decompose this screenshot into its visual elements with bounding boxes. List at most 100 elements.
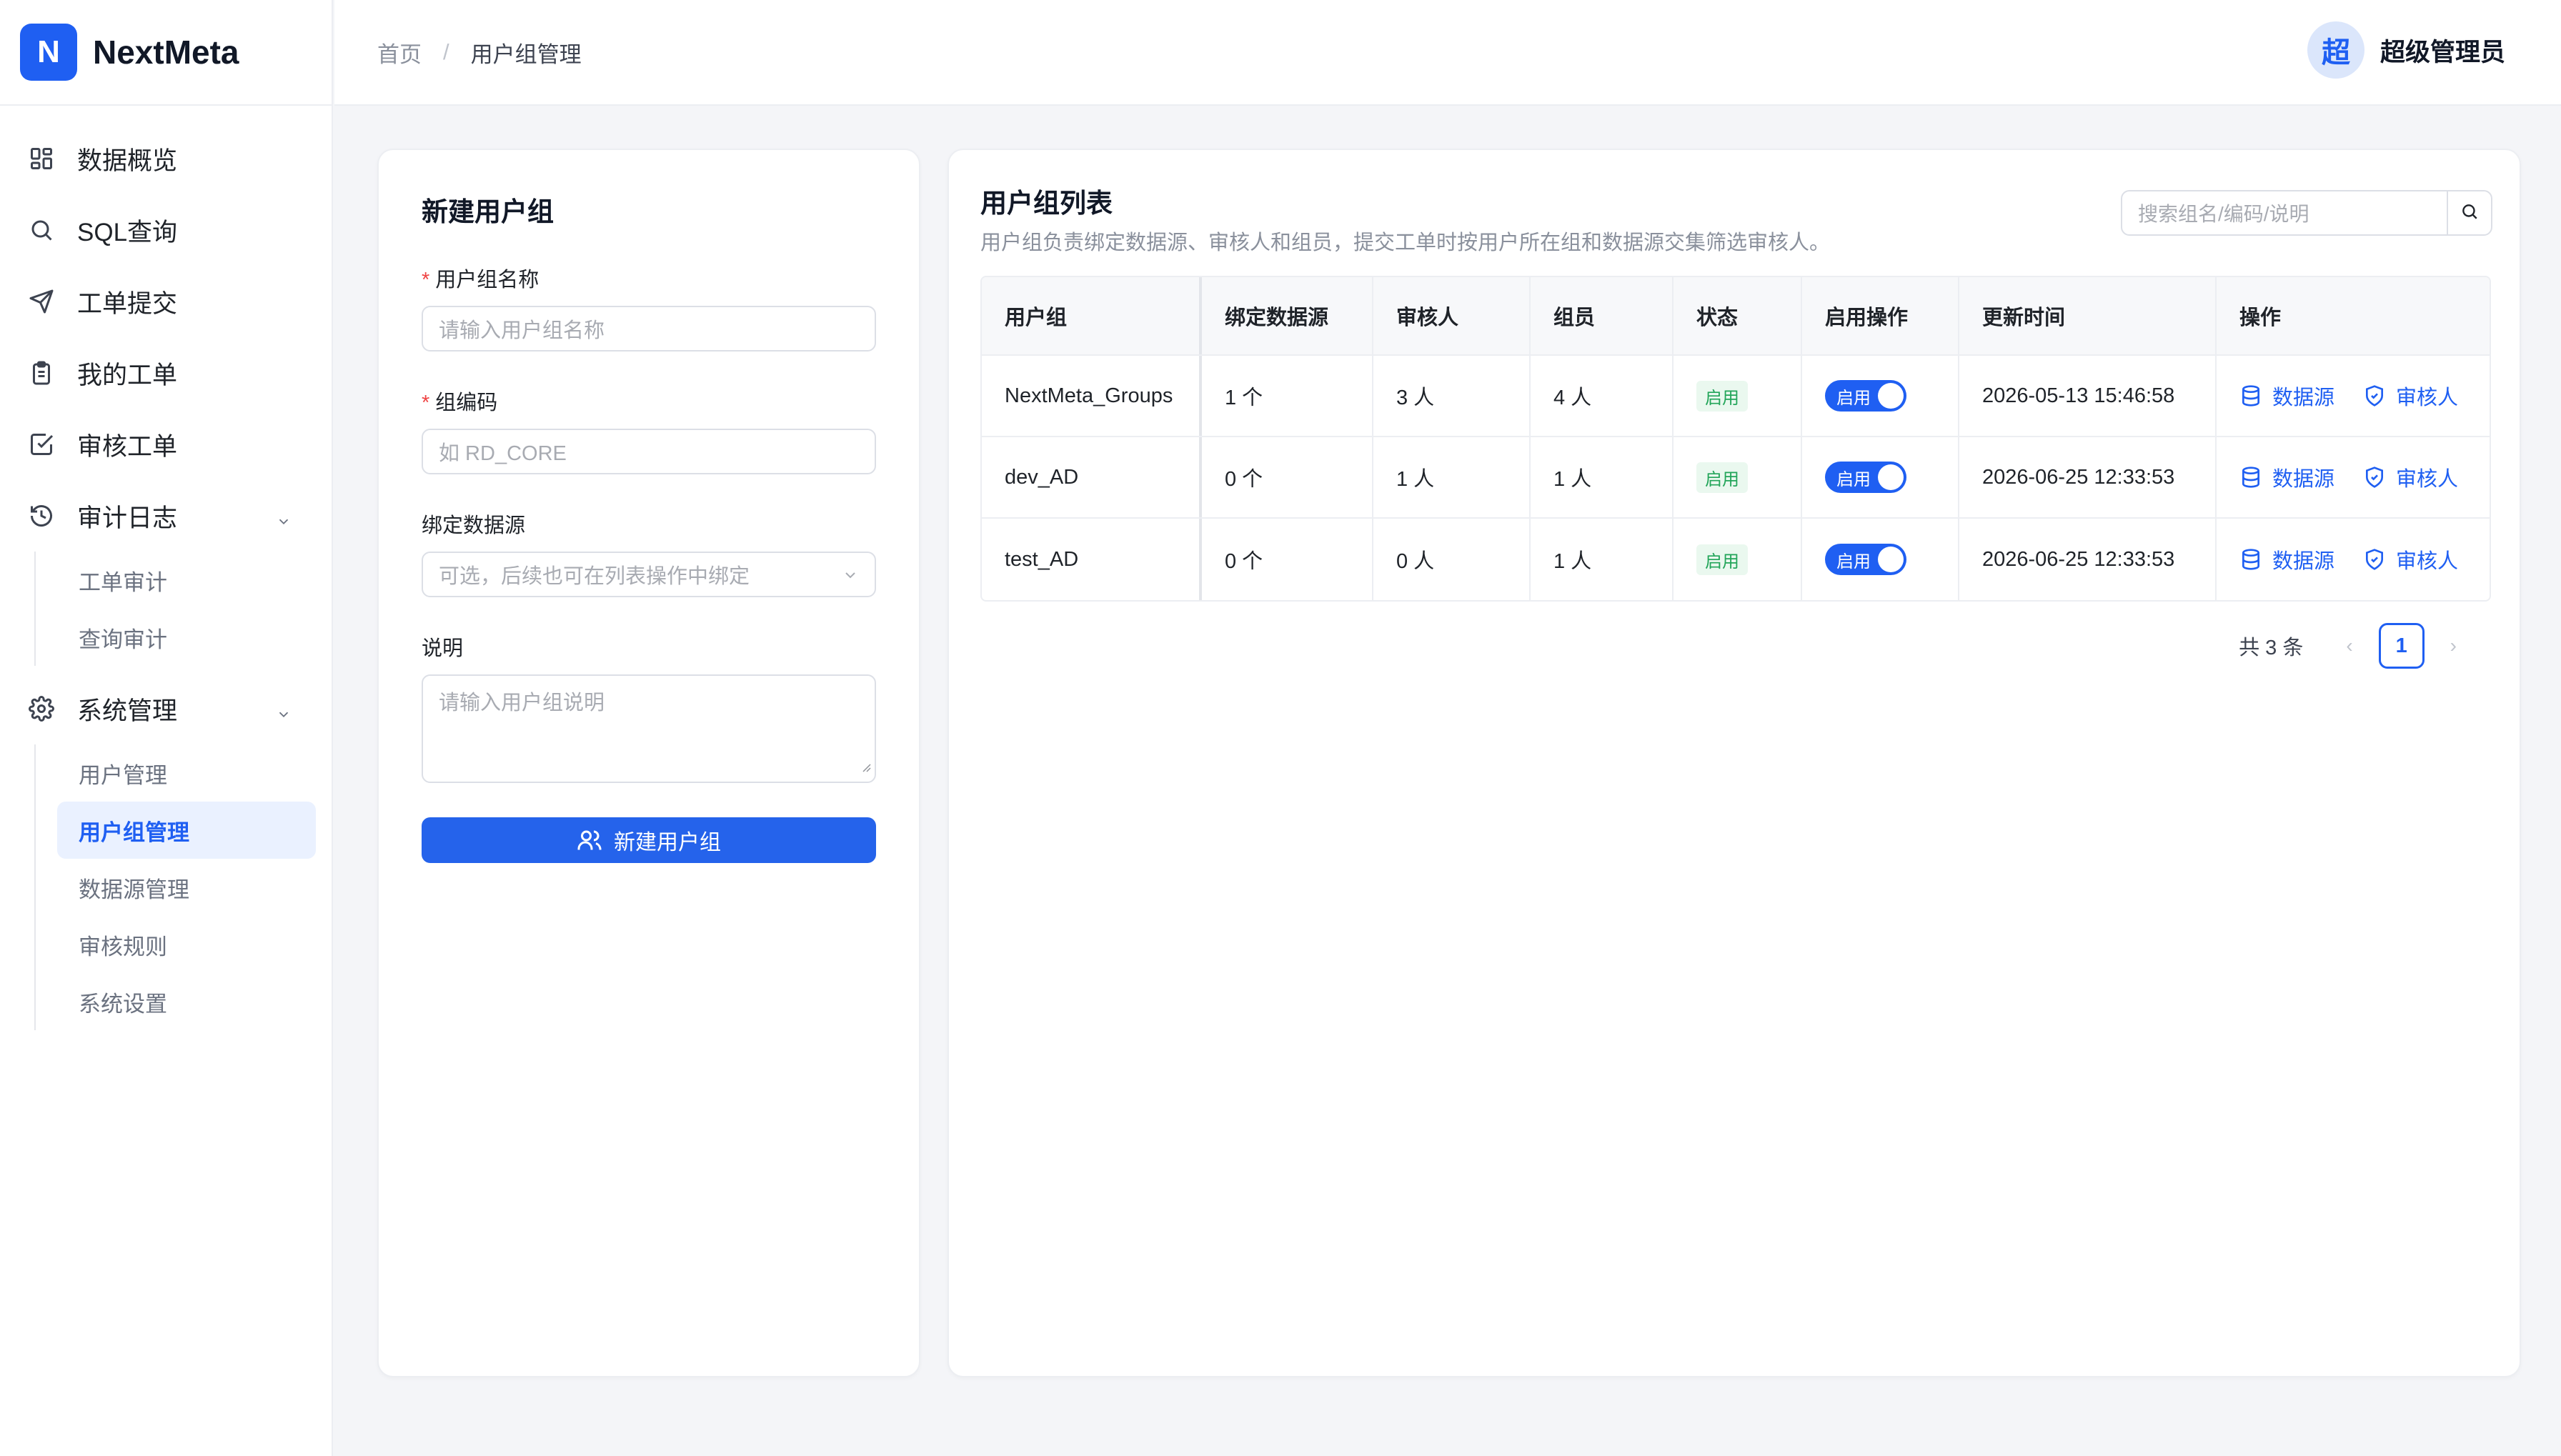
chevron-down-icon: [842, 566, 859, 589]
group-name-cell: NextMeta_Groups: [982, 356, 1202, 436]
user-menu[interactable]: 超 超级管理员: [2307, 21, 2505, 79]
page-number-button[interactable]: 1: [2378, 623, 2425, 669]
link-label: 审核人: [2396, 468, 2459, 491]
pagination: 共 3 条 ‹ 1 ›: [2239, 623, 2471, 669]
search-input[interactable]: 搜索组名/编码/说明: [2122, 191, 2447, 234]
sidebar-item-datasources[interactable]: 数据源管理: [57, 859, 316, 916]
search-icon: [2460, 202, 2479, 224]
group-list-card: 用户组列表 用户组负责绑定数据源、审核人和组员，提交工单时按用户所在组和数据源交…: [948, 149, 2521, 1377]
required-mark: *: [422, 392, 430, 414]
history-icon: [27, 502, 56, 530]
actions-cell: 数据源 审核人: [2217, 519, 2490, 600]
sidebar-item-label: 审计日志: [77, 504, 178, 532]
datasource-action-link[interactable]: 数据源: [2239, 462, 2334, 492]
prev-page-button[interactable]: ‹: [2346, 634, 2352, 657]
link-label: 数据源: [2272, 387, 2335, 409]
sidebar-item-label: SQL查询: [77, 218, 178, 246]
status-cell: 启用: [1674, 356, 1802, 436]
reviewer-action-link[interactable]: 审核人: [2363, 544, 2458, 574]
sidebar-item-my-tickets[interactable]: 我的工单: [0, 337, 332, 409]
enable-toggle[interactable]: 启用: [1825, 462, 1906, 493]
clipboard-icon: [27, 359, 56, 387]
next-page-button[interactable]: ›: [2450, 634, 2457, 657]
status-badge: 启用: [1696, 544, 1748, 575]
app-name: NextMeta: [93, 34, 239, 71]
sidebar-item-system[interactable]: 系统管理: [0, 673, 332, 744]
member-count-cell: 1 人: [1531, 437, 1674, 517]
shield-check-icon: [2363, 548, 2386, 571]
reviewer-action-link[interactable]: 审核人: [2363, 462, 2458, 492]
sidebar-item-query-audit[interactable]: 查询审计: [57, 609, 316, 666]
datasource-count-cell: 0 个: [1202, 519, 1373, 600]
column-header: 操作: [2239, 306, 2282, 329]
reviewer-count-cell: 0 人: [1373, 519, 1531, 600]
create-group-card: 新建用户组 * 用户组名称 请输入用户组名称 * 组编码 如 RD_CORE 绑定数…: [377, 149, 920, 1377]
placeholder: 请输入用户组说明: [439, 692, 605, 714]
column-header: 组员: [1531, 277, 1674, 354]
column-header: 更新时间: [1959, 277, 2217, 354]
send-icon: [27, 287, 56, 316]
toggle-label: 启用: [1836, 469, 1871, 489]
table-row: dev_AD 0 个 1 人 1 人 启用 启用 2026-06-25 12:3…: [982, 437, 2490, 519]
form-title: 新建用户组: [422, 197, 554, 226]
column-header: 状态: [1674, 277, 1802, 354]
updated-time-cell: 2026-06-25 12:33:53: [1959, 437, 2217, 517]
group-code-input[interactable]: 如 RD_CORE: [422, 429, 876, 474]
shield-check-icon: [2363, 466, 2386, 489]
table-row: NextMeta_Groups 1 个 3 人 4 人 启用 启用 2026-0…: [982, 356, 2490, 437]
avatar: 超: [2307, 21, 2364, 79]
database-icon: [2239, 466, 2262, 489]
system-submenu: 用户管理 用户组管理 数据源管理 审核规则 系统设置: [34, 744, 332, 1030]
status-cell: 启用: [1674, 519, 1802, 600]
group-name-cell: dev_AD: [982, 437, 1202, 517]
reviewer-action-link[interactable]: 审核人: [2363, 381, 2458, 411]
column-header: 绑定数据源: [1202, 277, 1373, 354]
group-name-cell: test_AD: [982, 519, 1202, 600]
resize-handle-icon[interactable]: [862, 755, 872, 779]
sidebar-item-ticket-audit[interactable]: 工单审计: [57, 552, 316, 609]
search-icon: [27, 216, 56, 244]
top-header: 首页 / 用户组管理 超 超级管理员: [334, 0, 2561, 106]
user-name: 超级管理员: [2380, 38, 2505, 66]
datasource-count-cell: 0 个: [1202, 437, 1373, 517]
sidebar-item-users[interactable]: 用户管理: [57, 744, 316, 802]
actions-cell: 数据源 审核人: [2217, 356, 2490, 436]
toggle-knob: [1878, 547, 1904, 572]
sidebar-item-user-groups[interactable]: 用户组管理: [57, 802, 316, 859]
sidebar-item-ticket-submit[interactable]: 工单提交: [0, 266, 332, 337]
updated-time-cell: 2026-05-13 15:46:58: [1959, 356, 2217, 436]
link-label: 审核人: [2396, 387, 2459, 409]
search-button[interactable]: [2447, 191, 2491, 234]
sidebar-item-audit-log[interactable]: 审计日志: [0, 480, 332, 552]
enable-toggle[interactable]: 启用: [1825, 544, 1906, 575]
breadcrumb-current: 用户组管理: [470, 41, 582, 67]
table-row: test_AD 0 个 0 人 1 人 启用 启用 2026-06-25 12:…: [982, 519, 2490, 600]
group-name-label: * 用户组名称: [422, 269, 539, 291]
sidebar-item-review-tickets[interactable]: 审核工单: [0, 409, 332, 480]
datasource-action-link[interactable]: 数据源: [2239, 381, 2334, 411]
sidebar-item-label: 数据概览: [77, 146, 178, 175]
description-textarea[interactable]: 请输入用户组说明: [422, 674, 876, 783]
datasource-select[interactable]: 可选，后续也可在列表操作中绑定: [422, 552, 876, 597]
placeholder: 可选，后续也可在列表操作中绑定: [439, 565, 750, 588]
create-group-button[interactable]: 新建用户组: [422, 817, 876, 863]
database-icon: [2239, 384, 2262, 407]
toggle-label: 启用: [1836, 388, 1871, 408]
logo[interactable]: N NextMeta: [0, 0, 332, 106]
sidebar-item-dashboard[interactable]: 数据概览: [0, 123, 332, 194]
group-name-input[interactable]: 请输入用户组名称: [422, 306, 876, 351]
table-header: 用户组 绑定数据源 审核人 组员 状态 启用操作 更新时间 操作: [982, 277, 2490, 356]
breadcrumb-home[interactable]: 首页: [377, 36, 422, 69]
sidebar-item-settings[interactable]: 系统设置: [57, 973, 316, 1030]
dashboard-icon: [27, 144, 56, 173]
total-count: 共 3 条: [2239, 637, 2304, 659]
sidebar-item-review-rules[interactable]: 审核规则: [57, 916, 316, 973]
sidebar-item-sql-query[interactable]: SQL查询: [0, 194, 332, 266]
reviewer-count-cell: 1 人: [1373, 437, 1531, 517]
datasource-action-link[interactable]: 数据源: [2239, 544, 2334, 574]
toggle-knob: [1878, 464, 1904, 490]
gear-icon: [27, 694, 56, 723]
enable-toggle[interactable]: 启用: [1825, 380, 1906, 412]
group-search: 搜索组名/编码/说明: [2121, 190, 2492, 236]
list-title: 用户组列表: [980, 189, 1113, 218]
